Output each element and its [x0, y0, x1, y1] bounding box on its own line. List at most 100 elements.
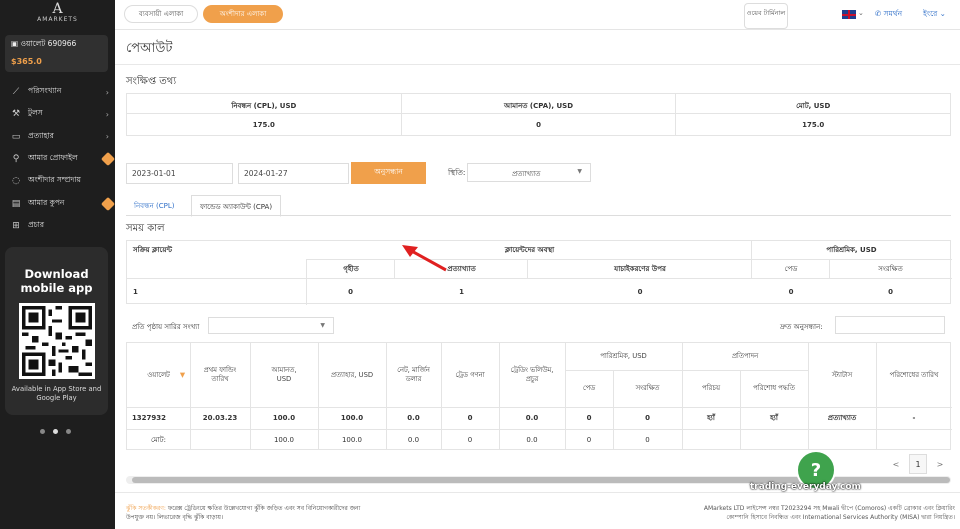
td-trade-count: 0: [467, 414, 473, 422]
divider: [876, 343, 877, 450]
gift-icon: ⊞: [12, 220, 20, 231]
th-first-funding[interactable]: প্রথম ফান্ডিং তারিখ: [190, 343, 250, 407]
td-status: প্রত্যাখ্যাত: [827, 414, 857, 422]
th-identity[interactable]: পরিচয়: [682, 370, 740, 407]
th-trade-volume[interactable]: ট্রেডিং ভলিউম, প্রচুর: [499, 343, 565, 407]
logo[interactable]: A AMARKETS: [0, 0, 115, 30]
caret-down-icon: ▼: [320, 322, 325, 329]
th-net-margin[interactable]: নেট, মার্জিন ডলার: [386, 343, 441, 407]
divider: [318, 343, 319, 450]
date-to-input[interactable]: 2024-01-27: [238, 163, 349, 184]
divider: [499, 343, 500, 450]
sidebar-item-label: আমার কুপন: [28, 197, 65, 207]
divider: [565, 343, 566, 450]
period-h-status: ক্লায়েন্টদের অবস্থা: [504, 246, 555, 254]
summary-value: 175.0: [802, 121, 825, 129]
divider: [127, 278, 952, 279]
th-pay-method[interactable]: পরিশোধ পদ্ধতি: [740, 370, 808, 407]
sidebar-item-label: অংশীদার সম্প্রদায়: [28, 175, 81, 185]
divider: [127, 429, 952, 430]
support-link[interactable]: ✆ সমর্থন: [875, 9, 902, 21]
sort-caret-icon[interactable]: ▼: [175, 343, 190, 407]
summary-table: নিবন্ধন (CPL), USD 175.0 আমানত (CPA), US…: [126, 93, 951, 136]
date-from-input[interactable]: 2023-01-01: [126, 163, 233, 184]
td-pay-date: -: [912, 414, 916, 422]
chevron-right-icon: ›: [105, 87, 109, 97]
sidebar-item-coupons[interactable]: ▤ আমার কুপন: [0, 192, 116, 214]
total-label: মোট:: [151, 435, 166, 444]
th-status[interactable]: স্ট্যাটাস: [808, 343, 876, 407]
total-trade-count: 0: [467, 435, 473, 444]
total-paid: 0: [586, 435, 592, 444]
carousel-dots[interactable]: [40, 429, 71, 434]
pager-next-button[interactable]: >: [931, 454, 949, 474]
pager-page-button[interactable]: 1: [909, 454, 927, 474]
divider: [808, 343, 809, 450]
mobile-app-promo[interactable]: Download mobile app Available in App Sto…: [5, 247, 108, 415]
th-deposit[interactable]: আমানত, USD: [250, 343, 318, 407]
web-terminal-button[interactable]: ওয়েব টার্মিনাল: [744, 3, 788, 29]
sidebar-item-promo[interactable]: ⊞ প্রচার: [0, 215, 115, 237]
risk-warning: ঝুঁকি সতর্কীকরণ: ফরেক্স ট্রেডিংয়ে ক্ষতি…: [126, 504, 366, 522]
th-reward: পারিশ্রমিক, USD: [600, 352, 647, 360]
divider: [682, 343, 683, 450]
chevron-down-icon[interactable]: ⌄: [858, 9, 864, 17]
rows-per-page-select[interactable]: ▼: [208, 317, 334, 334]
sidebar: A AMARKETS ▣ ওয়ালেট 690966 $365.0 ⟋ পরিস…: [0, 0, 116, 529]
divider: [565, 370, 808, 371]
sidebar-item-tools[interactable]: ⚒ টুলস ›: [0, 103, 115, 125]
watermark: trading-everyday.com: [750, 482, 861, 492]
total-trade-volume: 0.0: [526, 435, 538, 444]
hot-badge-icon: [100, 151, 116, 167]
period-h-paid: পেড: [784, 264, 798, 273]
search-button[interactable]: অনুসন্ধান: [351, 162, 426, 184]
period-h-active: সক্রিয় ক্লায়েন্ট: [133, 246, 172, 254]
divider: [115, 64, 960, 65]
wallet-card[interactable]: ▣ ওয়ালেট 690966 $365.0: [5, 35, 108, 72]
th-verification: প্রতিপাদন: [731, 352, 759, 360]
sidebar-item-withdrawal[interactable]: ▭ প্রত্যাহার ›: [0, 126, 115, 148]
tab-cpa[interactable]: ফান্ডেড অ্যাকাউন্ট (CPA): [191, 195, 282, 217]
total-deposit: 100.0: [273, 435, 295, 444]
th-withdrawal[interactable]: প্রত্যাহার, USD: [318, 343, 386, 407]
hot-badge-icon: [100, 196, 116, 211]
period-v-rejected: 1: [459, 288, 464, 296]
summary-title: সংক্ষিপ্ত তথ্য: [126, 76, 177, 87]
carousel-dot-active[interactable]: [53, 429, 58, 434]
divider: [527, 259, 528, 278]
tab-cpl[interactable]: নিবন্ধন (CPL): [126, 195, 183, 215]
sidebar-item-statistics[interactable]: ⟋ পরিসংখ্যান ›: [0, 81, 115, 103]
period-v-active: 1: [133, 288, 138, 296]
uk-flag-icon[interactable]: [842, 10, 856, 19]
language-selector[interactable]: ইংরে ⌄: [923, 9, 946, 21]
wallet-balance: $365.0: [11, 57, 42, 66]
sidebar-item-community[interactable]: ◌ অংশীদার সম্প্রদায়: [0, 170, 115, 192]
carousel-dot[interactable]: [66, 429, 71, 434]
summary-col-cpa: আমানত (CPA), USD 0: [401, 94, 677, 135]
trader-area-button[interactable]: ব্যবসায়ী এলাকা: [124, 5, 198, 23]
support-label: সমর্থন: [883, 9, 903, 18]
th-trade-count[interactable]: ট্রেড গণনা: [441, 343, 499, 407]
ticket-icon: ▤: [11, 198, 21, 209]
period-h-reserved: সংরক্ষিত: [878, 264, 903, 273]
pager-prev-button[interactable]: <: [887, 454, 905, 474]
th-paid[interactable]: পেড: [565, 370, 613, 407]
top-bar: ব্যবসায়ী এলাকা অংশীদার এলাকা ওয়েব টার্…: [115, 0, 960, 30]
carousel-dot[interactable]: [40, 429, 45, 434]
th-reserved[interactable]: সংরক্ষিত: [613, 370, 682, 407]
status-label: স্থিতি:: [448, 168, 466, 177]
th-pay-date[interactable]: পরিশোধের তারিখ: [876, 343, 952, 407]
payout-table: ওয়ালেট ▼ প্রথম ফান্ডিং তারিখ আমানত, USD…: [126, 342, 952, 450]
period-title: সময় কাল: [126, 223, 165, 234]
divider: [127, 407, 952, 408]
td-reserved: 0: [645, 414, 650, 422]
sidebar-item-profile[interactable]: ⚲ আমার প্রোফাইল: [0, 148, 116, 170]
divider: [613, 370, 614, 450]
td-wallet[interactable]: 1327932: [127, 407, 171, 429]
sidebar-nav: ⟋ পরিসংখ্যান › ⚒ টুলস › ▭ প্রত্যাহার › ⚲ আমার প…: [0, 81, 116, 237]
status-select[interactable]: প্রত্যাখ্যাত ▼: [467, 163, 591, 182]
quick-search-input[interactable]: [835, 316, 945, 334]
user-icon: ⚲: [12, 154, 20, 165]
summary-label: মোট, USD: [676, 94, 951, 114]
partner-area-button[interactable]: অংশীদার এলাকা: [203, 5, 283, 23]
